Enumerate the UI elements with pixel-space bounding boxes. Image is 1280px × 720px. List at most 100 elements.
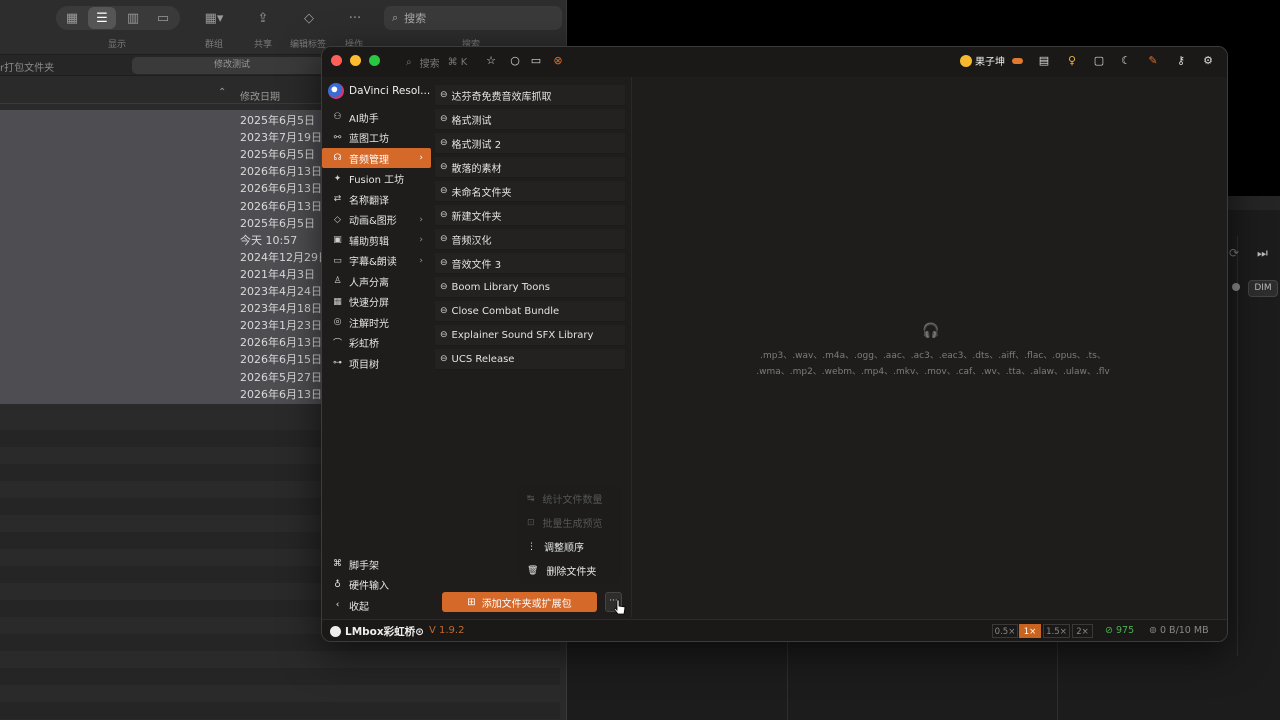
finder-search-placeholder: 搜索 (404, 12, 427, 25)
menu-item-label: 删除文件夹 (546, 567, 597, 578)
global-search[interactable]: ⌕ 搜索 ⌘ K (406, 55, 467, 70)
list-view-icon[interactable]: ☰ (88, 7, 116, 29)
sidebar-item-clapper[interactable]: ▣ 辅助剪辑 › (322, 230, 431, 250)
skip-forward-icon[interactable]: ⏭ (1257, 246, 1268, 261)
menu-item-icon: ⊡ (527, 517, 535, 528)
sidebar-item-label: Fusion 工坊 (349, 175, 405, 186)
file-modified-date: 2026年6月15日 (240, 353, 322, 367)
speed-option[interactable]: 2× (1072, 624, 1093, 638)
file-modified-date: 2023年4月18日 (240, 302, 322, 316)
folder-item[interactable]: ⊖ 未命名文件夹 (435, 181, 625, 202)
icon-view-icon[interactable]: ▦ (60, 7, 84, 29)
folder-item[interactable]: ⊖ Close Combat Bundle (435, 301, 625, 322)
sidebar-item-label: 快速分屏 (349, 298, 389, 309)
folder-icon: ⊖ (440, 210, 448, 220)
folder-item[interactable]: ⊖ 新建文件夹 (435, 205, 625, 226)
speed-option[interactable]: 1.5× (1043, 624, 1070, 638)
volume-knob-icon[interactable] (1232, 283, 1240, 291)
vocal-icon: ♙ (333, 276, 342, 286)
message-icon[interactable]: ▢ (1092, 54, 1106, 68)
gallery-view-icon[interactable]: ▭ (150, 7, 176, 29)
sidebar-item-caption[interactable]: ▭ 字幕&朗读 › (322, 251, 431, 271)
brand-name: LMbox彩虹桥⊙ (345, 626, 424, 638)
finder-tab-active[interactable]: 修改测试 (132, 57, 332, 74)
group-icon[interactable]: ▦▾ (196, 7, 232, 29)
file-modified-date: 2026年6月13日 (240, 165, 322, 179)
star-icon[interactable]: ☆ (484, 54, 498, 68)
speed-option[interactable]: 1× (1019, 624, 1041, 638)
add-folder-button[interactable]: ⊞ 添加文件夹或扩展包 (442, 592, 597, 612)
blueprint-icon: ⚯ (333, 132, 342, 143)
sidebar-item-headphones[interactable]: ☊ 音频管理 › (322, 148, 431, 168)
close-window-button[interactable] (331, 55, 342, 66)
panel-divider (631, 77, 632, 617)
file-count-value: 975 (1115, 625, 1135, 636)
sidebar-item-pin[interactable]: ◎ 注解时光 (322, 312, 431, 332)
date-column-header[interactable]: 修改日期 (240, 88, 280, 103)
calendar-icon[interactable]: ▤ (1037, 54, 1051, 68)
sidebar-app-header[interactable]: DaVinci Resol... (328, 83, 430, 99)
context-menu-item: ↹ 统计文件数量 (527, 491, 603, 507)
sidebar-item-fusion[interactable]: ✦ Fusion 工坊 (322, 169, 431, 189)
folder-name: 格式测试 (451, 115, 492, 127)
sidebar-item-tree[interactable]: ⊶ 项目树 (322, 353, 431, 373)
sidebar-item-grid[interactable]: ▦ 快速分屏 (322, 292, 431, 312)
menu-item-label: 批量生成预览 (542, 519, 603, 530)
sidebar-item-label: 音频管理 (349, 154, 389, 166)
context-menu-item: ⊡ 批量生成预览 (527, 515, 603, 531)
folder-item[interactable]: ⊖ 音效文件 3 (435, 253, 625, 274)
more-actions-icon[interactable]: ··· (342, 7, 368, 29)
folder-item[interactable]: ⊖ 散落的素材 (435, 157, 625, 178)
column-view-icon[interactable]: ▥ (120, 7, 146, 29)
folder-item[interactable]: ⊖ UCS Release (435, 349, 625, 370)
user-account[interactable]: 果子坤 (960, 53, 1023, 68)
circle-icon[interactable]: ○ (508, 54, 522, 68)
key-icon[interactable]: ⚷ (1174, 54, 1188, 68)
folder-item[interactable]: ⊖ 达芬奇免费音效库抓取 (435, 85, 625, 106)
folder-item[interactable]: ⊖ 格式测试 (435, 109, 625, 130)
brand: LMbox彩虹桥⊙ (330, 624, 424, 639)
context-menu-item[interactable]: 🗑 删除文件夹 (527, 563, 597, 579)
davinci-logo-icon (328, 83, 344, 99)
memory-usage-value: 0 B/10 MB (1159, 625, 1209, 636)
share-icon[interactable]: ⇪ (250, 7, 276, 29)
sidebar-bottom-hardware[interactable]: ♁ 硬件输入 (322, 575, 431, 595)
sidebar-item-robot[interactable]: ⚇ AI助手 (322, 107, 431, 127)
link-icon[interactable]: ⊗ (551, 54, 565, 68)
settings-gear-icon[interactable]: ⚙ (1201, 54, 1215, 68)
lightbulb-icon[interactable]: ♀ (1065, 54, 1079, 68)
folder-icon[interactable]: ▭ (529, 54, 543, 68)
add-folder-label: 添加文件夹或扩展包 (481, 598, 572, 610)
folder-item[interactable]: ⊖ 音频汉化 (435, 229, 625, 250)
sidebar-item-translate[interactable]: ⇄ 名称翻译 (322, 189, 431, 209)
file-modified-date: 2021年4月3日 (240, 267, 315, 281)
menu-item-label: 调整顺序 (544, 543, 584, 554)
finder-tab-left[interactable]: r打包文件夹 (0, 59, 54, 74)
sidebar-item-shapes[interactable]: ◇ 动画&图形 › (322, 210, 431, 230)
zoom-window-button[interactable] (369, 55, 380, 66)
search-label: 搜索 (419, 59, 440, 70)
minimize-window-button[interactable] (350, 55, 361, 66)
tree-icon: ⊶ (333, 358, 342, 368)
sidebar-item-rainbow[interactable]: ⌒ 彩虹桥 (322, 333, 431, 353)
sidebar-item-vocal[interactable]: ♙ 人声分离 (322, 271, 431, 291)
sort-up-icon[interactable]: ⌃ (218, 87, 226, 98)
file-modified-date: 2025年6月5日 (240, 114, 315, 127)
loop-icon[interactable]: ⟳ (1229, 246, 1239, 260)
folder-item[interactable]: ⊖ 格式测试 2 (435, 133, 625, 154)
context-menu-item[interactable]: ⋮ 调整顺序 (527, 539, 584, 555)
pin-icon[interactable]: ✎ (1146, 54, 1160, 68)
tag-icon[interactable]: ◇ (296, 7, 322, 29)
speed-option[interactable]: 0.5× (992, 624, 1018, 638)
moon-icon[interactable]: ☾ (1119, 54, 1133, 68)
brand-logo-icon (330, 626, 341, 637)
finder-search-field[interactable]: ⌕ 搜索 (384, 6, 562, 30)
sidebar-bottom-chevron-left[interactable]: ‹ 收起 (322, 595, 431, 615)
folder-item[interactable]: ⊖ Boom Library Toons (435, 277, 625, 298)
sidebar-item-blueprint[interactable]: ⚯ 蓝图工坊 (322, 128, 431, 148)
folder-item[interactable]: ⊖ Explainer Sound SFX Library (435, 325, 625, 346)
sidebar-bottom-scaffold[interactable]: ⌘ 脚手架 (322, 554, 431, 574)
dim-button[interactable]: DIM (1248, 280, 1278, 297)
tags-label: 编辑标签 (290, 40, 327, 50)
folder-name: 格式测试 2 (451, 139, 502, 151)
